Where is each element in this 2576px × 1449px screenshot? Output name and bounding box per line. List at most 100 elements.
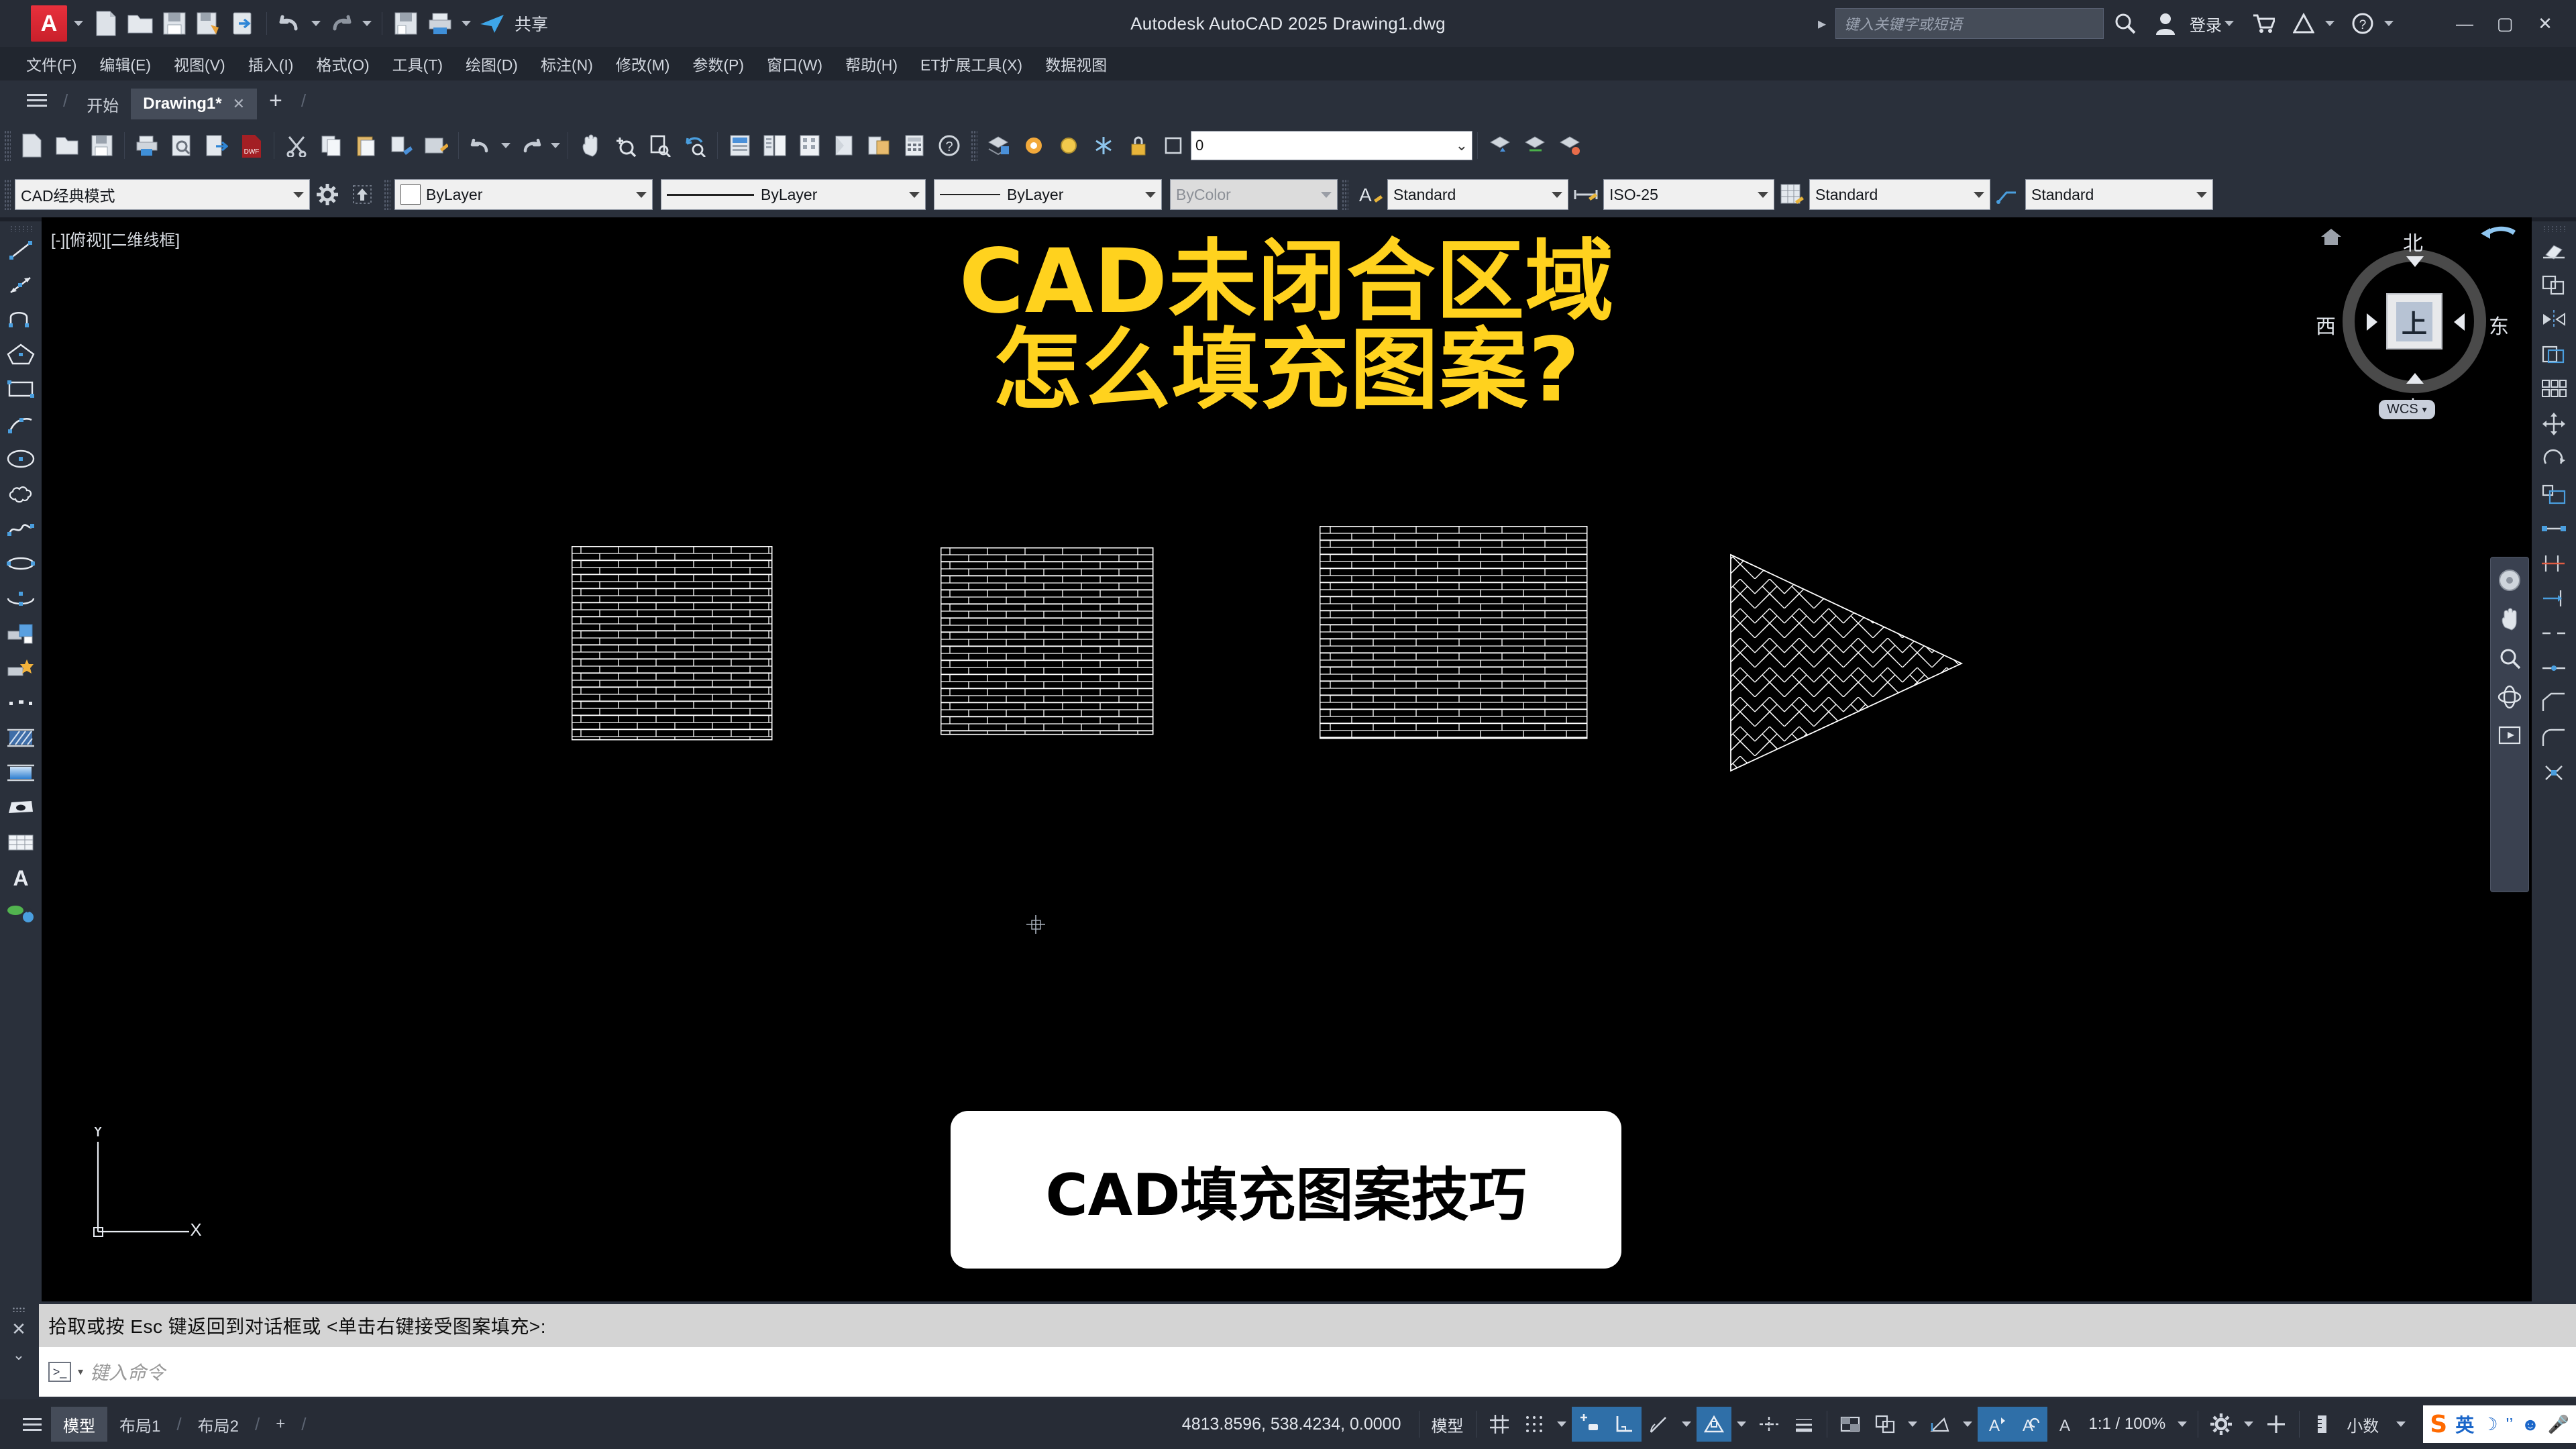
command-line-grip[interactable]: ✕ ⌄ — [7, 1307, 31, 1387]
ucs-dropdown-icon[interactable] — [1957, 1407, 1978, 1442]
redo-toolbar-icon[interactable] — [513, 128, 548, 163]
tool-palettes-icon[interactable] — [792, 128, 827, 163]
menu-item-help[interactable]: 帮助(H) — [834, 50, 909, 78]
layer-plot-icon[interactable] — [1156, 128, 1191, 163]
tab-drawing1[interactable]: Drawing1* ✕ — [131, 89, 258, 119]
workspace-settings-gear-icon[interactable] — [310, 177, 345, 212]
new-drawing-icon[interactable] — [15, 128, 50, 163]
ray-icon[interactable] — [3, 267, 39, 302]
menu-item-format[interactable]: 格式(O) — [305, 50, 380, 78]
pan-nav-icon[interactable] — [2493, 602, 2526, 637]
save-drawing-icon[interactable] — [85, 128, 119, 163]
menu-item-dataview[interactable]: 数据视图 — [1034, 50, 1118, 78]
help-icon[interactable]: ? — [2344, 7, 2381, 40]
viewcube-north-label[interactable]: 北 — [2403, 227, 2423, 256]
new-layout-button[interactable]: + — [264, 1407, 297, 1442]
viewcube-arrow-east-icon[interactable] — [2454, 313, 2465, 331]
viewcube-top-face[interactable]: 上 — [2386, 293, 2443, 350]
infer-constraints-toggle-icon[interactable] — [1571, 1407, 1607, 1442]
gradient-icon[interactable] — [3, 755, 39, 790]
polar-dropdown-icon[interactable] — [1676, 1407, 1697, 1442]
design-center-icon[interactable] — [757, 128, 792, 163]
viewcube-arrow-west-icon[interactable] — [2367, 313, 2377, 331]
plot-icon[interactable] — [390, 7, 422, 40]
menu-item-tools[interactable]: 工具(T) — [381, 50, 454, 78]
offset-icon[interactable] — [2535, 337, 2573, 372]
layer-previous-icon[interactable] — [1483, 128, 1517, 163]
workspace-toolbar-grip[interactable] — [4, 179, 11, 210]
undo-dropdown-icon[interactable] — [309, 7, 323, 40]
explode-icon[interactable] — [2535, 755, 2573, 790]
dynamic-ucs-toggle-icon[interactable] — [1923, 1407, 1957, 1442]
layer-name-field[interactable]: 0 ⌄ — [1191, 131, 1472, 160]
layer-on-icon[interactable] — [1051, 128, 1086, 163]
circle-icon[interactable] — [3, 441, 39, 476]
undo-toolbar-icon[interactable] — [464, 128, 498, 163]
save-as-icon[interactable] — [193, 7, 225, 40]
menu-item-file[interactable]: 文件(F) — [15, 50, 88, 78]
units-value[interactable]: 小数 — [2340, 1413, 2385, 1436]
polar-tracking-toggle-icon[interactable] — [1642, 1407, 1676, 1442]
cut-icon[interactable] — [279, 128, 314, 163]
selection-dropdown-icon[interactable] — [1902, 1407, 1923, 1442]
redo-icon[interactable] — [325, 7, 358, 40]
osnap-dropdown-icon[interactable] — [1731, 1407, 1752, 1442]
dimstyle-select[interactable]: ISO-25 — [1603, 179, 1774, 210]
add-selected-icon[interactable] — [3, 895, 39, 930]
undo-icon[interactable] — [274, 7, 307, 40]
layer-lock-icon[interactable] — [1121, 128, 1156, 163]
ime-voice-icon[interactable]: 🎤 — [2548, 1414, 2569, 1435]
customization-gear-icon[interactable] — [2204, 1407, 2239, 1442]
layer-freeze-icon[interactable] — [1086, 128, 1121, 163]
menu-item-view[interactable]: 视图(V) — [162, 50, 237, 78]
units-icon[interactable] — [2305, 1407, 2340, 1442]
new-file-icon[interactable] — [90, 7, 122, 40]
toolbar-grip[interactable] — [4, 130, 11, 161]
zoom-realtime-icon[interactable] — [608, 128, 643, 163]
wcs-selector[interactable]: WCS ▾ — [2379, 400, 2435, 419]
showmotion-icon[interactable] — [2493, 718, 2526, 753]
xref-manager-icon[interactable] — [862, 128, 897, 163]
table-style-icon[interactable] — [1774, 177, 1809, 212]
draw-toolbar-grip[interactable] — [9, 225, 32, 232]
revision-cloud-icon[interactable] — [3, 476, 39, 511]
polyline-icon[interactable] — [3, 302, 39, 337]
color-select[interactable]: ByLayer — [394, 179, 653, 210]
make-block-icon[interactable] — [3, 651, 39, 686]
arc-icon[interactable] — [3, 407, 39, 441]
annotation-scale-value[interactable]: 1:1 / 100% — [2082, 1415, 2173, 1434]
export-icon[interactable] — [227, 7, 259, 40]
grid-toggle-icon[interactable] — [1482, 1407, 1517, 1442]
wcs-dropdown-icon[interactable]: ▾ — [2422, 404, 2427, 415]
transparency-toggle-icon[interactable] — [1833, 1407, 1868, 1442]
application-menu-icon[interactable] — [17, 80, 56, 119]
publish-icon[interactable] — [199, 128, 234, 163]
copy-object-icon[interactable] — [2535, 267, 2573, 302]
viewcube-west-label[interactable]: 西 — [2316, 310, 2336, 339]
polygon-icon[interactable] — [3, 337, 39, 372]
selection-cycling-toggle-icon[interactable] — [1868, 1407, 1902, 1442]
menu-item-parametric[interactable]: 参数(P) — [681, 50, 755, 78]
brick-hatch-2[interactable] — [941, 547, 1154, 735]
osnap-toggle-icon[interactable] — [1696, 1407, 1731, 1442]
close-button[interactable]: ✕ — [2526, 7, 2564, 40]
status-menu-icon[interactable] — [13, 1399, 51, 1449]
menu-item-window[interactable]: 窗口(W) — [755, 50, 834, 78]
zoom-nav-icon[interactable] — [2493, 641, 2526, 676]
ime-punctuation-icon[interactable]: '’ — [2506, 1414, 2514, 1435]
multileader-style-icon[interactable] — [1990, 177, 2025, 212]
text-style-icon[interactable]: A — [1352, 177, 1387, 212]
mirror-icon[interactable] — [2535, 302, 2573, 337]
scale-icon[interactable] — [2535, 476, 2573, 511]
menu-item-draw[interactable]: 绘图(D) — [454, 50, 529, 78]
view-cube[interactable]: 北 南 西 东 上 WCS ▾ — [2316, 224, 2516, 420]
scale-dropdown-icon[interactable] — [2172, 1407, 2192, 1442]
dwf-export-icon[interactable]: DWF — [234, 128, 269, 163]
table-icon[interactable] — [3, 825, 39, 860]
viewcube-east-label[interactable]: 东 — [2489, 310, 2509, 339]
insert-block-icon[interactable] — [3, 616, 39, 651]
drawing-canvas[interactable]: [-][俯视][二维线框] CAD未闭合区域 怎么填充图案? CAD填充图案技巧… — [42, 217, 2532, 1301]
extend-icon[interactable] — [2535, 581, 2573, 616]
props-toolbar-grip[interactable] — [384, 179, 390, 210]
multileader-select[interactable]: Standard — [2025, 179, 2213, 210]
